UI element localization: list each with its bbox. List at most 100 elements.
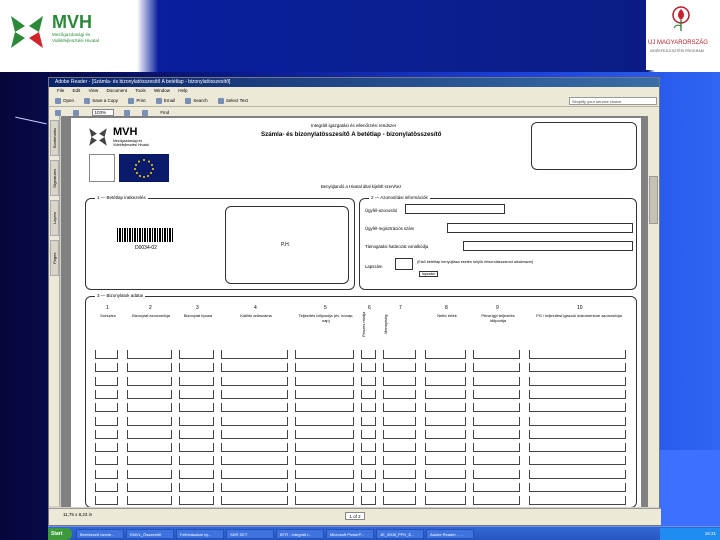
table-cell[interactable] (383, 483, 416, 492)
table-cell[interactable] (221, 496, 288, 506)
table-cell[interactable] (95, 376, 118, 386)
table-cell[interactable] (361, 403, 376, 413)
table-cell[interactable] (529, 496, 626, 506)
table-cell[interactable] (127, 429, 172, 439)
vertical-scrollbar[interactable] (648, 116, 659, 507)
table-cell[interactable] (127, 416, 172, 426)
table-cell[interactable] (221, 416, 288, 426)
table-cell[interactable] (295, 469, 354, 479)
field-lapszam-input[interactable] (395, 258, 413, 270)
table-cell[interactable] (383, 429, 416, 439)
table-cell[interactable] (473, 403, 520, 413)
table-cell[interactable] (179, 429, 214, 439)
table-cell[interactable] (295, 496, 354, 506)
table-cell[interactable] (179, 456, 214, 466)
open-button[interactable]: Open (55, 95, 74, 107)
table-cell[interactable] (95, 363, 118, 373)
scroll-thumb[interactable] (649, 176, 658, 224)
save-copy-button[interactable]: Save a Copy (84, 95, 118, 107)
table-cell[interactable] (361, 376, 376, 386)
table-cell[interactable] (361, 389, 376, 399)
table-cell[interactable] (425, 483, 466, 492)
taskbar-task[interactable]: EMVL_Összesítő (126, 529, 174, 539)
table-cell[interactable] (95, 496, 118, 506)
table-cell[interactable] (425, 350, 466, 359)
table-cell[interactable] (383, 389, 416, 399)
table-cell[interactable] (529, 350, 626, 359)
table-cell[interactable] (425, 456, 466, 466)
table-cell[interactable] (179, 350, 214, 359)
table-cell[interactable] (179, 363, 214, 373)
table-cell[interactable] (473, 429, 520, 439)
table-cell[interactable] (221, 443, 288, 453)
print-button[interactable]: Print (128, 95, 146, 107)
table-cell[interactable] (361, 443, 376, 453)
table-cell[interactable] (425, 443, 466, 453)
table-cell[interactable] (295, 456, 354, 466)
table-cell[interactable] (529, 469, 626, 479)
promo-box[interactable]: Simplify your service choice (569, 97, 657, 105)
table-cell[interactable] (529, 483, 626, 492)
table-cell[interactable] (529, 429, 626, 439)
table-cell[interactable] (95, 389, 118, 399)
table-cell[interactable] (127, 483, 172, 492)
table-cell[interactable] (127, 376, 172, 386)
table-cell[interactable] (221, 376, 288, 386)
table-cell[interactable] (383, 443, 416, 453)
table-cell[interactable] (95, 429, 118, 439)
table-cell[interactable] (425, 469, 466, 479)
table-cell[interactable] (221, 350, 288, 359)
table-cell[interactable] (179, 376, 214, 386)
page-indicator[interactable]: 1 of 2 (345, 512, 365, 520)
table-cell[interactable] (473, 389, 520, 399)
taskbar-task[interactable]: Microsoft PowerP... (326, 529, 374, 539)
table-cell[interactable] (361, 429, 376, 439)
taskbar-task[interactable]: Adobe Reader - ... (426, 529, 474, 539)
menu-edit[interactable]: Edit (73, 88, 81, 93)
table-cell[interactable] (383, 496, 416, 506)
table-cell[interactable] (221, 363, 288, 373)
table-cell[interactable] (383, 416, 416, 426)
table-cell[interactable] (473, 483, 520, 492)
table-cell[interactable] (529, 416, 626, 426)
table-cell[interactable] (127, 496, 172, 506)
table-cell[interactable] (473, 363, 520, 373)
table-cell[interactable] (425, 389, 466, 399)
table-cell[interactable] (95, 416, 118, 426)
tab-bookmarks[interactable]: Bookmarks (50, 120, 59, 156)
tab-layers[interactable]: Layers (50, 200, 59, 236)
tab-signatures[interactable]: Signatures (50, 160, 59, 196)
table-cell[interactable] (95, 469, 118, 479)
table-cell[interactable] (295, 389, 354, 399)
taskbar-task[interactable]: Felhívásokat ny... (176, 529, 224, 539)
table-cell[interactable] (127, 350, 172, 359)
table-cell[interactable] (127, 469, 172, 479)
email-button[interactable]: Email (155, 95, 175, 107)
table-cell[interactable] (425, 376, 466, 386)
table-cell[interactable] (179, 389, 214, 399)
table-cell[interactable] (179, 469, 214, 479)
table-cell[interactable] (361, 483, 376, 492)
table-cell[interactable] (383, 363, 416, 373)
table-cell[interactable] (383, 456, 416, 466)
table-cell[interactable] (529, 456, 626, 466)
table-cell[interactable] (425, 496, 466, 506)
table-cell[interactable] (95, 456, 118, 466)
table-cell[interactable] (529, 403, 626, 413)
table-cell[interactable] (383, 376, 416, 386)
table-cell[interactable] (127, 456, 172, 466)
table-cell[interactable] (473, 456, 520, 466)
table-cell[interactable] (473, 416, 520, 426)
table-cell[interactable] (425, 416, 466, 426)
table-cell[interactable] (179, 416, 214, 426)
table-cell[interactable] (179, 443, 214, 453)
table-cell[interactable] (295, 363, 354, 373)
table-cell[interactable] (127, 389, 172, 399)
table-cell[interactable] (529, 376, 626, 386)
table-cell[interactable] (383, 403, 416, 413)
table-cell[interactable] (179, 403, 214, 413)
table-cell[interactable] (383, 350, 416, 359)
field-azonosito-input[interactable] (405, 204, 505, 214)
table-cell[interactable] (295, 483, 354, 492)
table-cell[interactable] (221, 429, 288, 439)
